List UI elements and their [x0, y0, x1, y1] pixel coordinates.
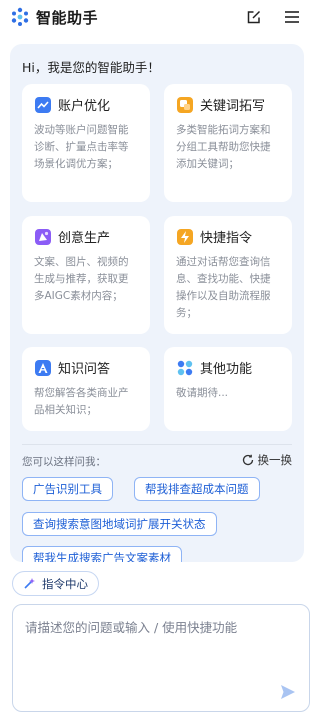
card-title: 其他功能: [200, 362, 253, 377]
send-icon[interactable]: [279, 683, 297, 701]
edit-icon[interactable]: [245, 8, 263, 26]
command-center-button[interactable]: 指令中心: [12, 571, 99, 596]
card-title: 账户优化: [58, 99, 111, 114]
card-description: 多类智能拓词方案和分组工具帮助您快捷添加关键词；: [176, 124, 271, 170]
refresh-icon: [242, 454, 253, 466]
card-knowledge-qa[interactable]: 知识问答 帮您解答各类商业产品相关知识；: [22, 347, 150, 431]
message-input[interactable]: [25, 617, 295, 677]
other-functions-icon: [177, 360, 193, 375]
header-actions: [245, 8, 301, 26]
card-description: 敬请期待...: [176, 387, 229, 399]
card-account-optimization[interactable]: 账户优化 波动等账户问题智能诊断、扩量点击率等场景化调优方案；: [22, 84, 150, 202]
card-description: 通过对话帮您查询信息、查找功能、快捷操作以及自助流程服务；: [176, 256, 271, 319]
keyword-expand-icon: [177, 96, 193, 113]
suggestion-chip[interactable]: 查询搜索意图地域词扩展开关状态: [22, 512, 217, 536]
card-title: 快捷指令: [200, 231, 253, 246]
refresh-suggestions-button[interactable]: 换一换: [242, 452, 293, 468]
sparkle-wand-icon: [24, 578, 35, 589]
command-center-label: 指令中心: [42, 576, 88, 591]
suggestion-chip[interactable]: 帮我生成搜索广告文案素材: [22, 546, 182, 562]
suggestions-label: 您可以这样问我：: [22, 456, 106, 468]
card-keyword-expansion[interactable]: 关键词拓写 多类智能拓词方案和分组工具帮助您快捷添加关键词；: [164, 84, 292, 202]
suggestion-chip[interactable]: 广告识别工具: [22, 477, 113, 501]
app-header: 智能助手: [0, 0, 315, 34]
menu-icon[interactable]: [283, 8, 301, 26]
knowledge-qa-icon: [35, 359, 51, 376]
app-title: 智能助手: [36, 8, 99, 27]
section-divider: [22, 444, 292, 445]
card-title: 关键词拓写: [200, 99, 266, 114]
card-quick-commands[interactable]: 快捷指令 通过对话帮您查询信息、查找功能、快捷操作以及自助流程服务；: [164, 216, 292, 334]
creative-icon: [35, 228, 51, 245]
card-description: 波动等账户问题智能诊断、扩量点击率等场景化调优方案；: [34, 124, 129, 170]
lightning-command-icon: [177, 228, 193, 245]
card-title: 创意生产: [58, 231, 111, 246]
card-description: 文案、图片、视频的生成与推荐，获取更多AIGC素材内容；: [34, 256, 129, 302]
assistant-welcome-panel: Hi，我是您的智能助手！ 账户优化 波动等账户问题智能诊断、扩量点击率等场景化调…: [10, 44, 304, 562]
chat-input-box: [12, 604, 310, 712]
greeting-text: Hi，我是您的智能助手！: [22, 60, 160, 75]
card-title: 知识问答: [58, 362, 111, 377]
card-other-functions[interactable]: 其他功能 敬请期待...: [164, 347, 292, 431]
suggestion-chip[interactable]: 帮我排查超成本问题: [134, 477, 260, 501]
refresh-label: 换一换: [257, 453, 293, 467]
card-description: 帮您解答各类商业产品相关知识；: [34, 387, 129, 416]
trend-chart-icon: [35, 96, 51, 113]
card-creative-production[interactable]: 创意生产 文案、图片、视频的生成与推荐，获取更多AIGC素材内容；: [22, 216, 150, 334]
assistant-logo-icon: [11, 7, 29, 26]
